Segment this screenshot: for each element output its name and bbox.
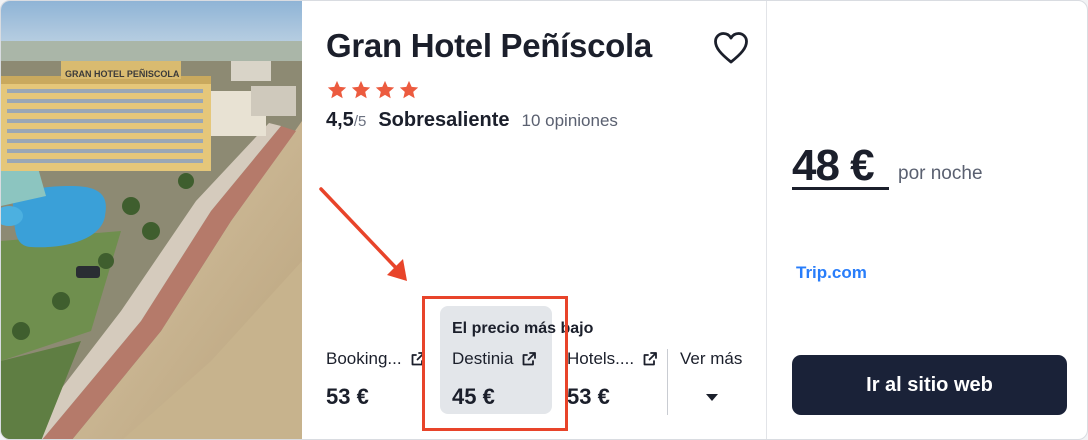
deal-hotels[interactable]: Hotels.... 53 €: [567, 349, 658, 410]
go-to-site-button[interactable]: Ir al sitio web: [792, 355, 1067, 415]
hotel-photo-image: GRAN HOTEL PEÑISCOLA: [1, 1, 302, 439]
review-count: 10 opiniones: [521, 111, 618, 130]
column-divider: [766, 1, 767, 439]
deal-provider-name: Hotels....: [567, 349, 635, 368]
chevron-down-icon[interactable]: [705, 392, 719, 402]
rating-scale: /5: [353, 113, 367, 130]
annotation-arrow-icon: [319, 187, 407, 281]
price-unit: por noche: [898, 163, 983, 184]
star-rating: [326, 79, 420, 101]
rating-row[interactable]: 4,5 /5 Sobresaliente 10 opiniones: [326, 109, 618, 132]
best-price-underline: [792, 187, 889, 190]
deal-provider-name: Booking...: [326, 349, 402, 368]
deal-price: 53 €: [326, 384, 369, 409]
hotel-name[interactable]: Gran Hotel Peñíscola: [326, 27, 652, 65]
hotel-result-card: GRAN HOTEL PEÑISCOLA Gran Hotel Peñíscol…: [0, 0, 1088, 440]
hotel-sign-text: GRAN HOTEL PEÑISCOLA: [65, 69, 180, 79]
star-icon: [375, 80, 395, 99]
rating-label: Sobresaliente: [378, 109, 510, 131]
offer-provider-logo[interactable]: Trip.com: [796, 263, 867, 283]
star-icon: [399, 80, 419, 99]
star-icon: [351, 80, 371, 99]
rating-score: 4,5: [326, 109, 354, 131]
star-icon: [327, 80, 347, 99]
best-price: 48 €: [792, 141, 875, 190]
deal-price: 53 €: [567, 384, 610, 409]
annotation-highlight-box: [422, 296, 568, 431]
see-more-deals-button[interactable]: Ver más: [680, 349, 742, 369]
deal-booking[interactable]: Booking... 53 €: [326, 349, 426, 410]
external-link-icon: [643, 352, 657, 366]
favorite-heart-icon[interactable]: [713, 31, 749, 65]
hotel-photo[interactable]: GRAN HOTEL PEÑISCOLA: [1, 1, 302, 439]
deals-divider: [667, 349, 668, 415]
